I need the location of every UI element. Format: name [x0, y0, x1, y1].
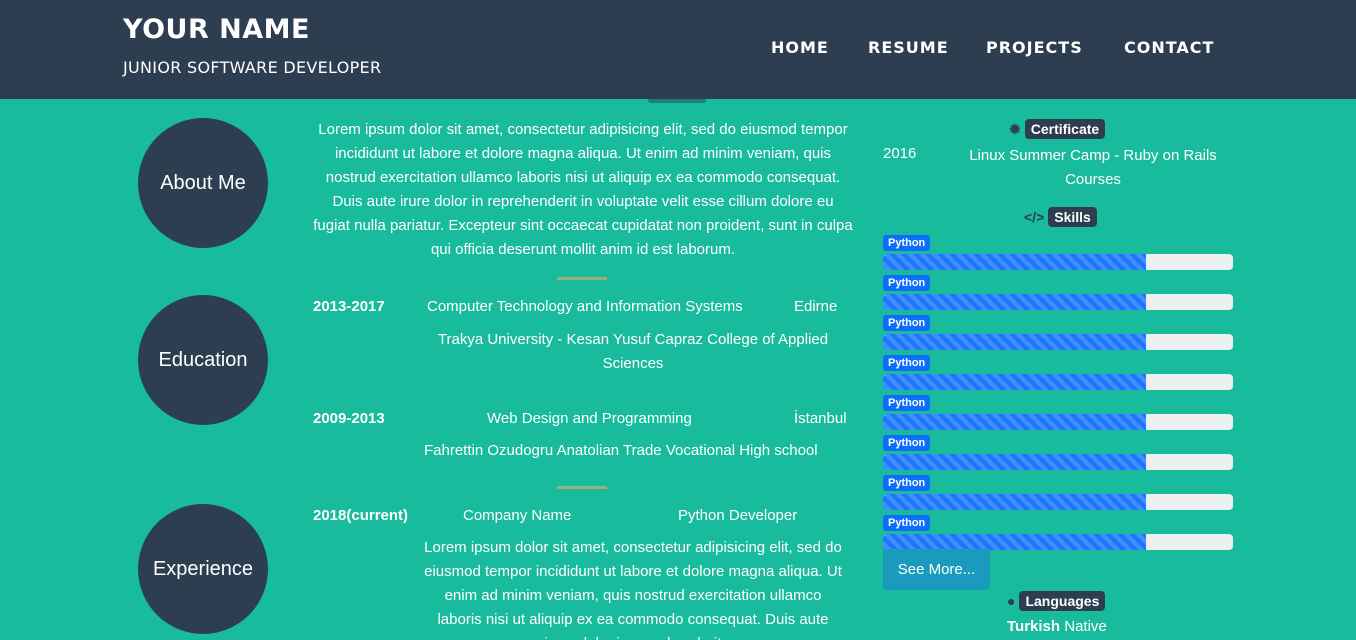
skill-progress-fill — [883, 454, 1146, 470]
skill-progress-bar — [883, 494, 1233, 510]
skill-progress-fill — [883, 374, 1146, 390]
skill-progress-fill — [883, 494, 1146, 510]
skill-label: Python — [883, 275, 931, 291]
experience-company: Company Name — [463, 507, 572, 524]
education-years: 2009-2013 — [313, 410, 385, 427]
languages-heading: ● Languages — [1007, 591, 1106, 611]
experience-years: 2018(current) — [313, 507, 409, 524]
nav-home[interactable]: HOME — [771, 38, 829, 57]
education-years: 2013-2017 — [313, 298, 385, 315]
skill-label: Python — [883, 515, 931, 531]
certificate-badge: Certificate — [1024, 119, 1106, 139]
see-more-button[interactable]: See More... — [883, 549, 990, 590]
skill-progress-fill — [883, 294, 1146, 310]
skill-label: Python — [883, 355, 931, 371]
skill-progress-bar — [883, 374, 1233, 390]
experience-role: Python Developer — [678, 507, 798, 524]
top-divider — [648, 99, 706, 103]
education-program: Computer Technology and Information Syst… — [427, 298, 743, 315]
education-city: Edirne — [794, 298, 838, 315]
languages-badge: Languages — [1019, 591, 1106, 611]
education-school: Fahrettin Ozudogru Anatolian Trade Vocat… — [424, 442, 818, 459]
navbar: YOUR NAME JUNIOR SOFTWARE DEVELOPER HOME… — [0, 0, 1356, 99]
education-city: İstanbul — [794, 410, 847, 427]
section-divider — [557, 277, 607, 280]
experience-text: Lorem ipsum dolor sit amet, consectetur … — [424, 539, 842, 640]
skill-progress-bar — [883, 414, 1233, 430]
skills-badge: Skills — [1048, 207, 1097, 227]
education-program: Web Design and Programming — [487, 410, 692, 427]
education-school: Trakya University - Kesan Yusuf Capraz C… — [437, 331, 829, 372]
skill-progress-fill — [883, 254, 1146, 270]
certificate-year: 2016 — [883, 145, 917, 162]
skill-progress-bar — [883, 534, 1233, 550]
about-me-circle: About Me — [138, 118, 268, 248]
skill-progress-bar — [883, 294, 1233, 310]
brand-subtitle: JUNIOR SOFTWARE DEVELOPER — [123, 58, 382, 77]
language-item: Turkish Native — [1007, 617, 1107, 637]
about-me-text: Lorem ipsum dolor sit amet, consectetur … — [313, 121, 853, 258]
certificate-name: Linux Summer Camp - Ruby on Rails Course… — [969, 147, 1217, 188]
experience-circle: Experience — [138, 504, 268, 634]
section-divider — [557, 486, 607, 489]
skills-heading: </> Skills — [1024, 207, 1097, 227]
language-level: Native — [1064, 618, 1107, 635]
certificate-heading: ✹ Certificate — [1009, 119, 1106, 139]
skill-progress-bar — [883, 334, 1233, 350]
skill-label: Python — [883, 435, 931, 451]
nav-contact[interactable]: CONTACT — [1124, 38, 1214, 57]
skill-progress-fill — [883, 334, 1146, 350]
brand-name[interactable]: YOUR NAME — [123, 14, 310, 45]
skill-label: Python — [883, 395, 931, 411]
skill-progress-bar — [883, 254, 1233, 270]
skill-label: Python — [883, 315, 931, 331]
skill-label: Python — [883, 235, 931, 251]
skill-progress-bar — [883, 454, 1233, 470]
skill-progress-fill — [883, 534, 1146, 550]
nav-resume[interactable]: RESUME — [868, 38, 949, 57]
gear-icon: ✹ — [1009, 120, 1021, 137]
nav-projects[interactable]: PROJECTS — [986, 38, 1083, 57]
language-name: Turkish — [1007, 618, 1061, 635]
skill-label: Python — [883, 475, 931, 491]
skill-progress-fill — [883, 414, 1146, 430]
code-icon: </> — [1024, 209, 1045, 225]
education-circle: Education — [138, 295, 268, 425]
globe-icon: ● — [1007, 593, 1016, 609]
